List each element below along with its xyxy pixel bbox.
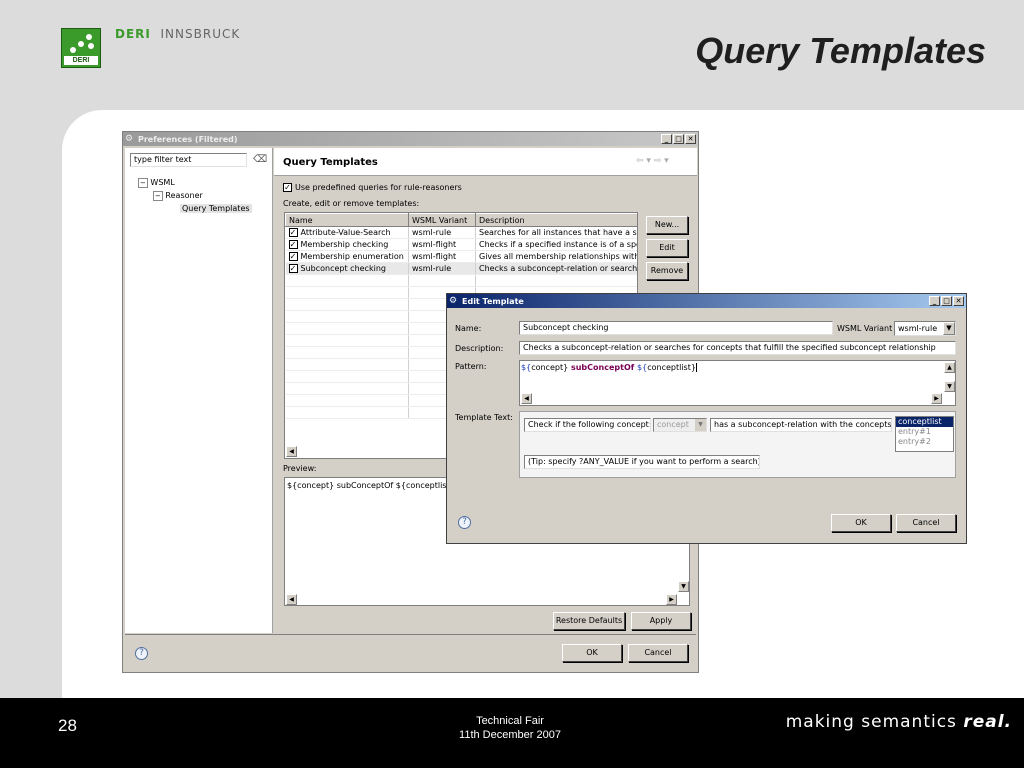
tree-item-wsml[interactable]: − WSML: [138, 178, 175, 188]
table-scroll-left[interactable]: ◀: [286, 446, 297, 457]
filter-input[interactable]: type filter text: [130, 153, 247, 167]
template-text-area: Check if the following concept: concept ▼…: [519, 411, 956, 478]
maximize-button[interactable]: □: [673, 134, 684, 144]
concept-list[interactable]: conceptlist entry#1 entry#2: [895, 416, 954, 452]
chevron-down-icon[interactable]: ▼: [943, 322, 955, 335]
use-predefined-checkbox[interactable]: ✓ Use predefined queries for rule-reasone…: [283, 183, 462, 192]
table-row[interactable]: ✓ Membership enumeration wsml-flight Gives …: [285, 250, 637, 263]
name-field[interactable]: Subconcept checking: [519, 321, 833, 335]
list-item[interactable]: conceptlist: [896, 417, 953, 427]
edit-cancel-button[interactable]: Cancel: [896, 514, 956, 532]
list-item[interactable]: entry#2: [896, 437, 953, 447]
column-header-description[interactable]: Description: [475, 213, 637, 227]
edit-titlebar[interactable]: ⚙ Edit Template _ □ ✕: [447, 294, 966, 308]
name-label: Name:: [455, 324, 482, 333]
help-icon[interactable]: ?: [135, 647, 148, 660]
tree-item-query-templates[interactable]: Query Templates: [180, 204, 252, 213]
event-info: Technical Fair 11th December 2007: [459, 715, 561, 741]
pattern-scroll-left[interactable]: ◀: [521, 393, 532, 404]
table-row[interactable]: ✓ Subconcept checking wsml-rule Checks a su…: [285, 262, 637, 275]
pattern-scroll-right[interactable]: ▶: [931, 393, 942, 404]
column-header-name[interactable]: Name: [285, 213, 409, 227]
preview-label: Preview:: [283, 464, 317, 473]
clear-filter-icon[interactable]: ⌫: [253, 154, 267, 165]
close-button[interactable]: ✕: [953, 296, 964, 306]
tree-pane: type filter text ⌫ − WSML − Reasoner Que…: [125, 148, 273, 633]
edit-template-dialog: ⚙ Edit Template _ □ ✕ Name: Subconcept c…: [446, 293, 967, 544]
list-label: Create, edit or remove templates:: [283, 199, 420, 208]
list-item[interactable]: entry#1: [896, 427, 953, 437]
template-text-label: Template Text:: [455, 413, 513, 422]
remove-button[interactable]: Remove: [646, 262, 688, 280]
pattern-editor[interactable]: ${concept} subConceptOf ${conceptlist} ◀…: [519, 360, 956, 406]
page-title: Query Templates: [283, 157, 378, 168]
window-icon: ⚙: [449, 296, 458, 306]
slide-footer: 28 Technical Fair 11th December 2007 mak…: [0, 698, 1024, 768]
concept-combo[interactable]: concept ▼: [653, 418, 707, 432]
divider: [125, 634, 696, 635]
slide-title: Query Templates: [695, 30, 986, 71]
prefs-cancel-button[interactable]: Cancel: [628, 644, 688, 662]
help-icon[interactable]: ?: [458, 516, 471, 529]
variant-label: WSML Variant: [837, 324, 893, 333]
row-checkbox[interactable]: ✓: [288, 240, 298, 249]
edit-ok-button[interactable]: OK: [831, 514, 891, 532]
new-button[interactable]: New...: [646, 216, 688, 234]
table-row[interactable]: ✓ Membership checking wsml-flight Checks if…: [285, 238, 637, 251]
chevron-down-icon[interactable]: ▼: [695, 419, 706, 431]
window-icon: ⚙: [125, 134, 134, 144]
prefs-ok-button[interactable]: OK: [562, 644, 622, 662]
table-row[interactable]: ✓ Attribute-Value-Search wsml-rule Searches…: [285, 226, 637, 239]
tagline: making semantics real.: [785, 712, 1012, 732]
minimize-button[interactable]: _: [929, 296, 940, 306]
preview-scroll-right[interactable]: ▶: [666, 594, 677, 605]
preferences-titlebar[interactable]: ⚙ Preferences (Filtered) _ □ ✕: [123, 132, 698, 146]
variant-select[interactable]: wsml-rule ▼: [894, 321, 956, 336]
window-title: Preferences (Filtered): [138, 134, 238, 144]
logo-text: DERI: [64, 56, 98, 65]
maximize-button[interactable]: □: [941, 296, 952, 306]
back-forward-arrows[interactable]: ⇦ ▾ ⇨ ▾: [636, 156, 669, 166]
template-part-2: has a subconcept-relation with the conce…: [710, 418, 892, 432]
preview-scroll-down[interactable]: ▼: [678, 581, 689, 592]
description-field[interactable]: Checks a subconcept-relation or searches…: [519, 341, 956, 355]
dialog-title: Edit Template: [462, 296, 524, 306]
page-header: Query Templates ⇦ ▾ ⇨ ▾: [274, 148, 697, 176]
brand-name: DERI INNSBRUCK: [115, 27, 241, 41]
pattern-scroll-down[interactable]: ▼: [944, 381, 955, 392]
tree-item-reasoner[interactable]: − Reasoner: [153, 191, 203, 201]
page-number: 28: [58, 716, 77, 735]
deri-logo: DERI: [61, 28, 101, 68]
preview-text: ${concept} subConceptOf ${conceptlist}: [287, 481, 455, 490]
row-checkbox[interactable]: ✓: [288, 264, 298, 273]
close-button[interactable]: ✕: [685, 134, 696, 144]
row-checkbox[interactable]: ✓: [288, 228, 298, 237]
pattern-text: ${concept} subConceptOf ${conceptlist}: [521, 363, 700, 372]
edit-button[interactable]: Edit: [646, 239, 688, 257]
row-checkbox[interactable]: ✓: [288, 252, 298, 261]
apply-button[interactable]: Apply: [631, 612, 691, 630]
restore-defaults-button[interactable]: Restore Defaults: [553, 612, 625, 630]
pattern-scroll-up[interactable]: ▲: [944, 362, 955, 373]
tip-text: (Tip: specify ?ANY_VALUE if you want to …: [524, 455, 760, 469]
description-label: Description:: [455, 344, 504, 353]
pattern-label: Pattern:: [455, 362, 487, 371]
column-header-variant[interactable]: WSML Variant: [408, 213, 476, 227]
template-part-1: Check if the following concept:: [524, 418, 651, 432]
preview-scroll-left[interactable]: ◀: [286, 594, 297, 605]
minimize-button[interactable]: _: [661, 134, 672, 144]
